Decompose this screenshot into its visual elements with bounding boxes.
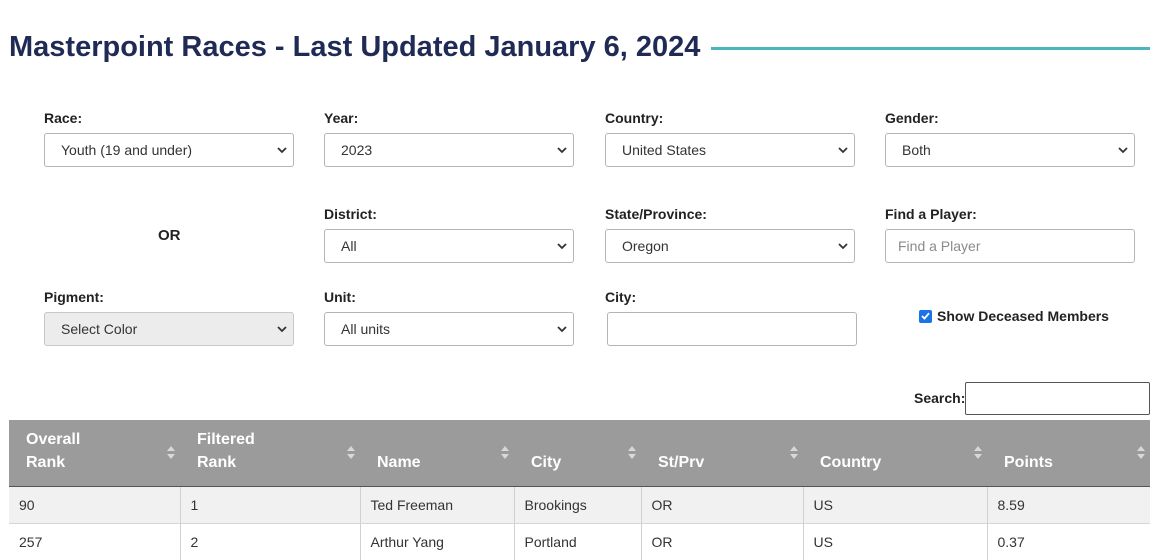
country-select-value: United States xyxy=(622,142,707,158)
show-deceased-toggle[interactable]: Show Deceased Members xyxy=(919,308,1109,324)
chevron-down-icon xyxy=(832,134,854,166)
chevron-down-icon xyxy=(1112,134,1134,166)
cell-country: US xyxy=(803,523,988,560)
cell-name: Ted Freeman xyxy=(360,486,515,524)
search-input[interactable] xyxy=(965,382,1150,415)
column-header-name[interactable]: Name xyxy=(360,420,514,487)
state-province-select-value: Oregon xyxy=(622,238,669,254)
gender-label: Gender: xyxy=(885,110,939,126)
cell-st-prv: OR xyxy=(641,523,804,560)
cell-points: 0.37 xyxy=(987,523,1150,560)
chevron-down-icon xyxy=(551,313,573,345)
year-select[interactable]: 2023 xyxy=(324,133,574,167)
header-line: Name xyxy=(377,453,421,471)
cell-points: 8.59 xyxy=(987,486,1150,524)
header-line: Points xyxy=(1004,453,1053,471)
column-header-points[interactable]: Points xyxy=(987,420,1150,487)
pigment-select[interactable]: Select Color xyxy=(44,312,294,346)
cell-city: Portland xyxy=(514,523,642,560)
show-deceased-checkbox[interactable] xyxy=(919,309,932,323)
state-province-label: State/Province: xyxy=(605,206,707,222)
city-input[interactable] xyxy=(607,312,857,346)
state-province-select[interactable]: Oregon xyxy=(605,229,855,263)
cell-city: Brookings xyxy=(514,486,642,524)
cell-overall-rank: 257 xyxy=(9,523,181,560)
results-table: Overall Rank Filtered Rank Name City St/Pr… xyxy=(9,420,1150,560)
district-select-value: All xyxy=(341,238,357,254)
header-line: Overall xyxy=(26,430,81,448)
cell-overall-rank: 90 xyxy=(9,486,181,524)
unit-label: Unit: xyxy=(324,289,356,305)
find-player-label: Find a Player: xyxy=(885,206,977,222)
cell-filtered-rank: 2 xyxy=(180,523,361,560)
unit-select-value: All units xyxy=(341,321,391,337)
city-label: City: xyxy=(605,289,637,305)
chevron-down-icon xyxy=(271,313,293,345)
district-label: District: xyxy=(324,206,377,222)
unit-select[interactable]: All units xyxy=(324,312,574,346)
sort-icon xyxy=(501,446,509,459)
column-header-st-prv[interactable]: St/Prv xyxy=(641,420,803,487)
checkmark-icon xyxy=(921,312,930,320)
gender-select-value: Both xyxy=(902,142,931,158)
race-select-value: Youth (19 and under) xyxy=(61,142,193,158)
find-player-input[interactable] xyxy=(885,229,1135,263)
header-line: Country xyxy=(820,453,882,471)
chevron-down-icon xyxy=(832,230,854,262)
header-line: St/Prv xyxy=(658,453,705,471)
sort-icon xyxy=(1137,446,1145,459)
sort-icon xyxy=(167,446,175,459)
search-label: Search: xyxy=(914,390,966,406)
or-separator: OR xyxy=(158,227,181,244)
chevron-down-icon xyxy=(551,134,573,166)
country-select[interactable]: United States xyxy=(605,133,855,167)
sort-icon xyxy=(628,446,636,459)
pigment-select-value: Select Color xyxy=(61,321,138,337)
table-row: 257 2 Arthur Yang Portland OR US 0.37 xyxy=(9,523,1150,560)
sort-icon xyxy=(790,446,798,459)
chevron-down-icon xyxy=(271,134,293,166)
page-title: Masterpoint Races - Last Updated January… xyxy=(9,30,701,63)
column-header-filtered-rank[interactable]: Filtered Rank xyxy=(180,420,360,487)
column-header-city[interactable]: City xyxy=(514,420,641,487)
table-header-row: Overall Rank Filtered Rank Name City St/Pr… xyxy=(9,420,1150,487)
country-label: Country: xyxy=(605,110,664,126)
cell-name: Arthur Yang xyxy=(360,523,515,560)
header-line: City xyxy=(531,453,562,471)
sort-icon xyxy=(974,446,982,459)
column-header-overall-rank[interactable]: Overall Rank xyxy=(9,420,180,487)
cell-st-prv: OR xyxy=(641,486,804,524)
title-divider xyxy=(711,46,1150,50)
sort-icon xyxy=(347,446,355,459)
show-deceased-label: Show Deceased Members xyxy=(937,308,1109,324)
year-select-value: 2023 xyxy=(341,142,373,158)
column-header-country[interactable]: Country xyxy=(803,420,987,487)
gender-select[interactable]: Both xyxy=(885,133,1135,167)
pigment-label: Pigment: xyxy=(44,289,104,305)
district-select[interactable]: All xyxy=(324,229,574,263)
header-line: Filtered xyxy=(197,430,255,448)
race-select[interactable]: Youth (19 and under) xyxy=(44,133,294,167)
chevron-down-icon xyxy=(551,230,573,262)
page-title-row: Masterpoint Races - Last Updated January… xyxy=(9,29,1150,65)
year-label: Year: xyxy=(324,110,359,126)
cell-country: US xyxy=(803,486,988,524)
cell-filtered-rank: 1 xyxy=(180,486,361,524)
race-label: Race: xyxy=(44,110,83,126)
table-row: 90 1 Ted Freeman Brookings OR US 8.59 xyxy=(9,486,1150,524)
header-line: Rank xyxy=(197,453,237,471)
header-line: Rank xyxy=(26,453,66,471)
